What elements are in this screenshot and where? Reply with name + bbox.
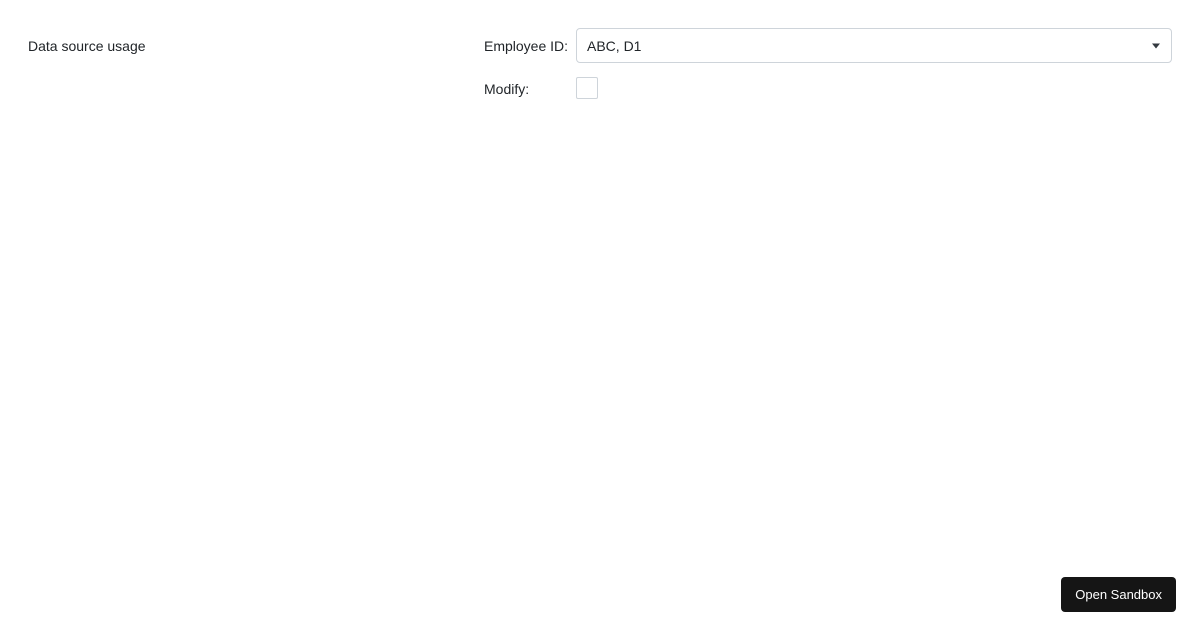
caret-down-icon [1152, 43, 1160, 48]
modify-label: Modify: [484, 80, 576, 97]
page-title: Data source usage [28, 38, 484, 54]
open-sandbox-button[interactable]: Open Sandbox [1061, 577, 1176, 612]
employee-id-row: Employee ID: ABC, D1 [484, 28, 1172, 63]
employee-id-value: ABC, D1 [587, 38, 641, 54]
employee-id-select[interactable]: ABC, D1 [576, 28, 1172, 63]
modify-row: Modify: [484, 77, 1172, 99]
employee-id-label: Employee ID: [484, 37, 576, 54]
modify-checkbox[interactable] [576, 77, 598, 99]
